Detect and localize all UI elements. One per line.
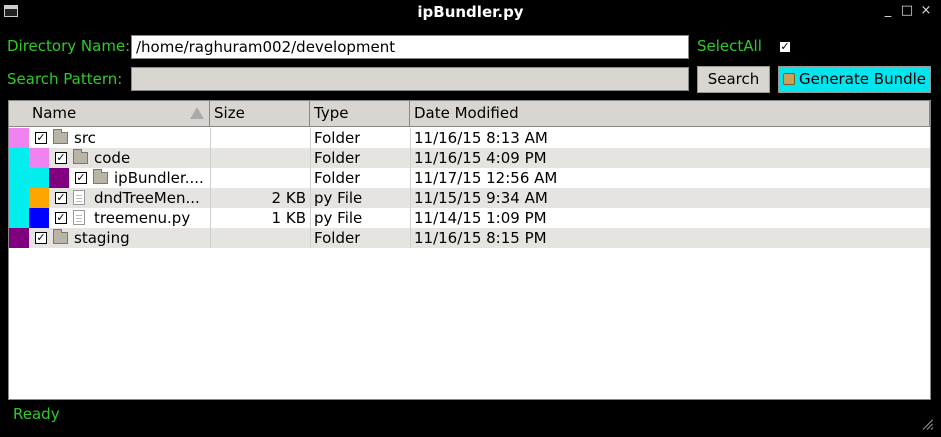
column-separator [410, 228, 411, 248]
window-title: ipBundler.py [417, 3, 524, 21]
row-checkbox[interactable]: ✓ [55, 152, 67, 164]
color-tag [29, 188, 49, 208]
column-separator [310, 228, 311, 248]
row-date-modified: 11/16/15 4:09 PM [414, 149, 547, 167]
column-separator [410, 168, 411, 188]
column-header-size[interactable]: Size [210, 101, 310, 126]
directory-name-input[interactable]: /home/raghuram002/development [131, 35, 689, 59]
row-checkbox[interactable]: ✓ [35, 132, 47, 144]
column-header-name-label: Name [32, 104, 77, 122]
column-header-name[interactable]: Name [9, 101, 210, 126]
tree-row[interactable]: ✓ ipBundler.... Folder 11/17/15 12:56 AM [9, 168, 930, 188]
resize-grip-icon[interactable] [921, 417, 934, 430]
tree-row[interactable]: ✓ code Folder 11/16/15 4:09 PM [9, 148, 930, 168]
file-icon [73, 210, 85, 225]
color-tag [9, 148, 29, 168]
row-size [210, 228, 306, 248]
file-icon [73, 190, 85, 205]
color-tag [9, 208, 29, 228]
search-button-label: Search [707, 70, 760, 88]
sort-ascending-icon [190, 107, 204, 119]
generate-bundle-label: Generate Bundle [798, 70, 927, 88]
row-date-modified: 11/16/15 8:15 PM [414, 229, 547, 247]
row-checkbox[interactable]: ✓ [75, 172, 87, 184]
row-name: ipBundler.... [114, 169, 204, 187]
column-separator [310, 128, 311, 148]
row-size [210, 148, 306, 168]
row-type: Folder [314, 169, 361, 187]
color-tag [9, 188, 29, 208]
tree-row[interactable]: ✓ dndTreeMen... 2 KB py File 11/15/15 9:34 A… [9, 188, 930, 208]
row-type: Folder [314, 149, 361, 167]
row-checkbox[interactable]: ✓ [35, 232, 47, 244]
tree-row[interactable]: ✓ src Folder 11/16/15 8:13 AM [9, 128, 930, 148]
row-checkbox[interactable]: ✓ [55, 212, 67, 224]
folder-icon [73, 149, 88, 164]
row-date-modified: 11/15/15 9:34 AM [414, 189, 548, 207]
column-separator [410, 208, 411, 228]
color-tag [9, 128, 29, 148]
minimize-button[interactable]: _ [880, 3, 896, 18]
row-size [210, 128, 306, 148]
folder-icon [93, 169, 108, 184]
search-pattern-label: Search Pattern: [7, 70, 123, 88]
column-separator [310, 168, 311, 188]
selectall-label: SelectAll [697, 37, 762, 55]
selectall-checkbox[interactable]: ✓ [779, 41, 791, 53]
row-date-modified: 11/16/15 8:13 AM [414, 129, 548, 147]
title-bar: ipBundler.py _ □ × [0, 0, 941, 24]
row-type: Folder [314, 229, 361, 247]
row-size: 2 KB [271, 189, 306, 207]
row-type: Folder [314, 129, 361, 147]
generate-bundle-button[interactable]: Generate Bundle [778, 66, 931, 93]
column-header-type[interactable]: Type [310, 101, 410, 126]
tree-row[interactable]: ✓ treemenu.py 1 KB py File 11/14/15 1:09 PM [9, 208, 930, 228]
row-type: py File [314, 209, 363, 227]
row-name: code [94, 149, 131, 167]
column-header-date[interactable]: Date Modified [410, 101, 930, 126]
color-tag [29, 168, 49, 188]
color-tag [29, 208, 49, 228]
row-checkbox[interactable]: ✓ [55, 192, 67, 204]
row-name: treemenu.py [94, 209, 191, 227]
maximize-button[interactable]: □ [899, 3, 915, 18]
column-separator [410, 188, 411, 208]
row-date-modified: 11/17/15 12:56 AM [414, 169, 558, 187]
search-button[interactable]: Search [697, 66, 770, 93]
column-separator [410, 148, 411, 168]
folder-icon [53, 229, 68, 244]
row-name: src [74, 129, 96, 147]
tree-row[interactable]: ✓ staging Folder 11/16/15 8:15 PM [9, 228, 930, 248]
row-size: 1 KB [271, 209, 306, 227]
row-name: dndTreeMen... [94, 189, 200, 207]
column-separator [310, 208, 311, 228]
color-tag [9, 228, 29, 248]
column-separator [410, 128, 411, 148]
directory-name-label: Directory Name: [7, 37, 131, 55]
row-name: staging [74, 229, 130, 247]
row-type: py File [314, 189, 363, 207]
close-button[interactable]: × [918, 3, 934, 18]
color-tag [29, 148, 49, 168]
package-icon [782, 73, 795, 85]
file-tree[interactable]: Name Size Type Date Modified ✓ src Folder 1… [8, 100, 931, 400]
column-separator [310, 188, 311, 208]
row-date-modified: 11/14/15 1:09 PM [414, 209, 547, 227]
color-tag [49, 168, 69, 188]
status-text: Ready [13, 405, 60, 423]
color-tag [9, 168, 29, 188]
folder-icon [53, 129, 68, 144]
search-pattern-input[interactable] [131, 67, 689, 91]
column-separator [310, 148, 311, 168]
row-size [210, 168, 306, 188]
tree-header: Name Size Type Date Modified [9, 101, 930, 127]
